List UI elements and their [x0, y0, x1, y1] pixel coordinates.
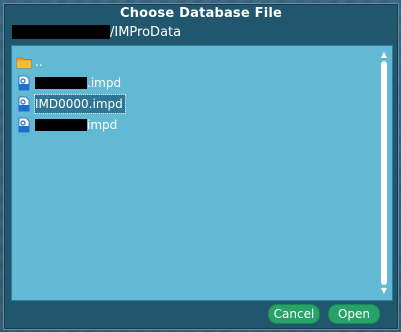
list-item-file[interactable]: impd [16, 115, 372, 135]
redacted-file-name [35, 119, 87, 131]
scroll-down-icon[interactable]: ▼ [379, 287, 389, 295]
path-suffix: /IMProData [110, 24, 182, 40]
scrollbar-thumb[interactable] [381, 61, 387, 285]
open-button[interactable]: Open [328, 304, 380, 324]
current-path: /IMProData [12, 23, 181, 41]
redacted-file-name [35, 77, 87, 89]
folder-up-icon [16, 54, 32, 70]
redacted-path-prefix [12, 25, 110, 39]
scroll-up-icon[interactable]: ▲ [379, 51, 389, 59]
database-file-icon [16, 96, 32, 112]
file-name: IMD0000.impd [35, 97, 123, 111]
database-file-icon [16, 117, 32, 133]
file-name: impd [87, 118, 118, 132]
list-item-file[interactable]: .impd [16, 73, 372, 93]
database-file-icon [16, 75, 32, 91]
dialog-title: Choose Database File [119, 6, 283, 21]
choose-database-dialog: Choose Database File /IMProData .. .impd… [3, 3, 399, 330]
file-name: .. [35, 55, 43, 69]
list-item-file-selected[interactable]: IMD0000.impd [16, 94, 372, 114]
list-item-parent-folder[interactable]: .. [16, 52, 372, 72]
file-name: .impd [87, 76, 122, 90]
vertical-scrollbar[interactable]: ▲ ▼ [379, 51, 389, 295]
file-list[interactable]: .. .impd IMD0000.impd impd ▲ ▼ [11, 45, 393, 301]
cancel-button[interactable]: Cancel [268, 304, 320, 324]
